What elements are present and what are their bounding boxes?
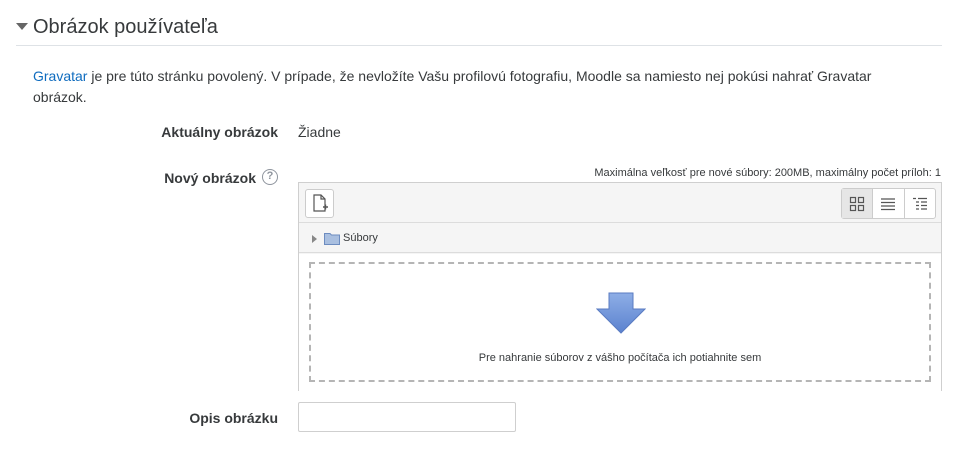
- add-file-button[interactable]: [305, 189, 334, 218]
- section-title: Obrázok používateľa: [33, 16, 218, 38]
- gravatar-intro: Gravatar je pre túto stránku povolený. V…: [33, 66, 913, 108]
- tree-view-icon: [912, 197, 927, 210]
- section-header: Obrázok používateľa: [16, 13, 942, 46]
- gravatar-intro-text: je pre túto stránku povolený. V prípade,…: [33, 68, 872, 105]
- drop-instructions: Pre nahranie súborov z vášho počítača ic…: [478, 352, 762, 364]
- path-folder-label[interactable]: Súbory: [343, 231, 378, 245]
- grid-view-icon: [850, 196, 865, 211]
- add-file-icon: [313, 194, 328, 212]
- new-picture-label: Nový obrázok: [164, 170, 256, 186]
- tree-view-button[interactable]: [905, 189, 935, 218]
- expand-arrow-icon[interactable]: [312, 235, 317, 243]
- file-manager: Súbory Pre nahranie súborov z vášho počí…: [298, 182, 942, 391]
- folder-icon: [324, 233, 340, 245]
- down-arrow-icon: [596, 292, 646, 334]
- description-input[interactable]: [298, 402, 516, 432]
- file-path-bar: Súbory: [299, 224, 941, 253]
- current-picture-value: Žiadne: [298, 124, 341, 140]
- view-switcher: [841, 188, 936, 219]
- file-manager-toolbar: [299, 183, 941, 223]
- description-label: Opis obrázku: [189, 410, 278, 426]
- current-picture-label: Aktuálny obrázok: [161, 124, 278, 140]
- gravatar-link[interactable]: Gravatar: [33, 68, 87, 84]
- grid-view-button[interactable]: [842, 189, 874, 218]
- drop-zone[interactable]: Pre nahranie súborov z vášho počítača ic…: [309, 262, 931, 382]
- upload-limits: Maximálna veľkosť pre nové súbory: 200MB…: [594, 167, 941, 179]
- file-list-area: Pre nahranie súborov z vášho počítača ic…: [299, 254, 941, 391]
- list-view-button[interactable]: [873, 189, 905, 218]
- question-circle-icon[interactable]: ?: [262, 169, 278, 185]
- list-view-icon: [881, 197, 896, 210]
- collapse-caret-icon[interactable]: [16, 23, 28, 30]
